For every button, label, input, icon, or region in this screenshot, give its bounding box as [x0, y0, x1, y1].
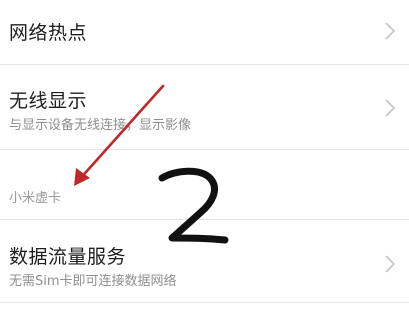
chevron-right-icon	[385, 22, 396, 40]
hotspot-title: 网络热点	[9, 22, 88, 44]
settings-screen: 网络热点 无线显示 与显示设备无线连接，显示影像 小米虚卡 数据流量服务 无需S…	[0, 0, 409, 328]
settings-item-data-service[interactable]: 数据流量服务 无需Sim卡即可连接数据网络	[0, 220, 409, 302]
data-service-subtitle: 无需Sim卡即可连接数据网络	[9, 274, 177, 289]
settings-item-hotspot[interactable]: 网络热点	[0, 0, 409, 64]
settings-item-wireless-display[interactable]: 无线显示 与显示设备无线连接，显示影像	[0, 65, 409, 149]
wireless-display-subtitle: 与显示设备无线连接，显示影像	[9, 118, 192, 133]
chevron-right-icon	[385, 255, 396, 273]
wireless-display-title: 无线显示	[9, 90, 88, 112]
section-header-virtual-card: 小米虚卡	[9, 191, 62, 206]
divider	[0, 149, 409, 150]
chevron-right-icon	[385, 99, 396, 117]
divider	[0, 302, 409, 303]
data-service-title: 数据流量服务	[9, 246, 127, 268]
